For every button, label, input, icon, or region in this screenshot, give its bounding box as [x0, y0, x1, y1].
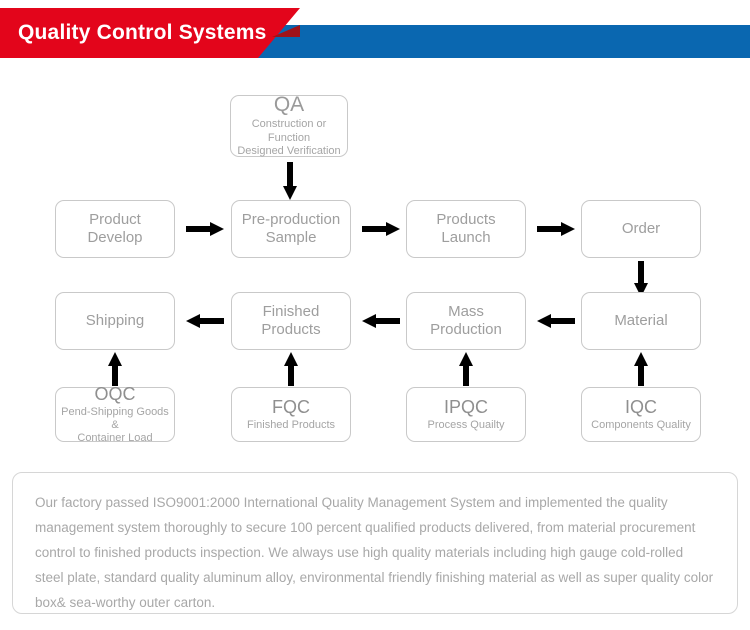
fqc-code-label: FQC: [272, 397, 310, 418]
oqc-sub-line-2: Container Load: [77, 431, 153, 444]
flow-box-qa[interactable]: QA Construction or Function Designed Ver…: [230, 92, 348, 158]
flow-box-products-launch-line2: Launch: [441, 229, 491, 246]
flow-box-shipping[interactable]: Shipping: [55, 292, 175, 350]
flow-box-fqc[interactable]: FQC Finished Products: [231, 387, 351, 442]
ipqc-code-label: IPQC: [443, 397, 488, 418]
arrow-up-iqc-to-material: [634, 352, 648, 386]
arrow-up-ipqc-to-mass: [459, 352, 473, 386]
flow-box-finished-products-line1: Finished: [262, 302, 320, 320]
iqc-sub-line-1: Components Quality: [591, 418, 691, 431]
flow-box-mass-production-line1: Mass: [448, 302, 484, 320]
flow-box-products-launch[interactable]: Products Launch: [406, 200, 526, 258]
arrow-left-mass-to-finished: [362, 313, 400, 329]
arrow-right-sample-to-launch: [362, 221, 400, 237]
flow-box-ipqc[interactable]: IPQC Process Quailty: [406, 387, 526, 442]
flow-box-oqc[interactable]: OQC Pend-Shipping Goods & Container Load: [55, 383, 175, 444]
arrow-right-launch-to-order: [537, 221, 575, 237]
page-title: Quality Control Systems: [18, 21, 267, 44]
arrow-right-develop-to-sample: [186, 221, 224, 237]
iqc-code-label: IQC: [624, 397, 657, 418]
ipqc-sub-line-1: Process Quailty: [427, 418, 505, 431]
flow-box-product-develop-line1: Product: [89, 210, 141, 228]
arrow-up-oqc-to-shipping: [108, 352, 122, 386]
flow-box-mass-production-line2: Production: [430, 321, 502, 338]
flow-box-product-develop[interactable]: Product Develop: [55, 200, 175, 258]
flow-box-order-line1: Order: [621, 219, 661, 237]
arrow-up-fqc-to-finished: [284, 352, 298, 386]
fqc-sub-line-1: Finished Products: [246, 418, 336, 431]
flow-box-finished-products-line2: Products: [261, 321, 321, 338]
arrow-left-material-to-mass: [537, 313, 575, 329]
flow-box-iqc[interactable]: IQC Components Quality: [581, 387, 701, 442]
flow-box-order[interactable]: Order: [581, 200, 701, 258]
arrow-left-finished-to-shipping: [186, 313, 224, 329]
flow-box-pre-production-sample-line2: Sample: [265, 229, 317, 246]
flow-box-finished-products[interactable]: Finished Products: [231, 292, 351, 350]
description-panel: Our factory passed ISO9001:2000 Internat…: [12, 472, 738, 614]
flow-box-product-develop-line2: Develop: [87, 229, 143, 246]
flow-box-mass-production[interactable]: Mass Production: [406, 292, 526, 350]
flow-box-products-launch-line1: Products: [436, 210, 496, 228]
header-banner: Quality Control Systems: [0, 0, 750, 62]
quality-control-flowchart: QA Construction or Function Designed Ver…: [0, 62, 750, 462]
qa-sub-line-1: Construction or Function: [251, 117, 327, 144]
qa-sub-line-2: Designed Verification: [237, 145, 341, 158]
flow-box-pre-production-sample[interactable]: Pre-production Sample: [231, 200, 351, 258]
flow-box-material[interactable]: Material: [581, 292, 701, 350]
qa-code-label: QA: [273, 92, 305, 116]
description-text: Our factory passed ISO9001:2000 Internat…: [35, 495, 714, 610]
flow-box-pre-production-sample-line1: Pre-production: [241, 210, 341, 228]
oqc-sub-line-1: Pend-Shipping Goods &: [61, 405, 169, 431]
flow-box-shipping-line1: Shipping: [85, 311, 145, 329]
oqc-code-label: OQC: [94, 383, 136, 404]
banner-blue-bar: [245, 25, 750, 58]
flow-box-material-line1: Material: [614, 311, 668, 329]
arrow-down-qa-to-preproduction: [283, 162, 297, 200]
